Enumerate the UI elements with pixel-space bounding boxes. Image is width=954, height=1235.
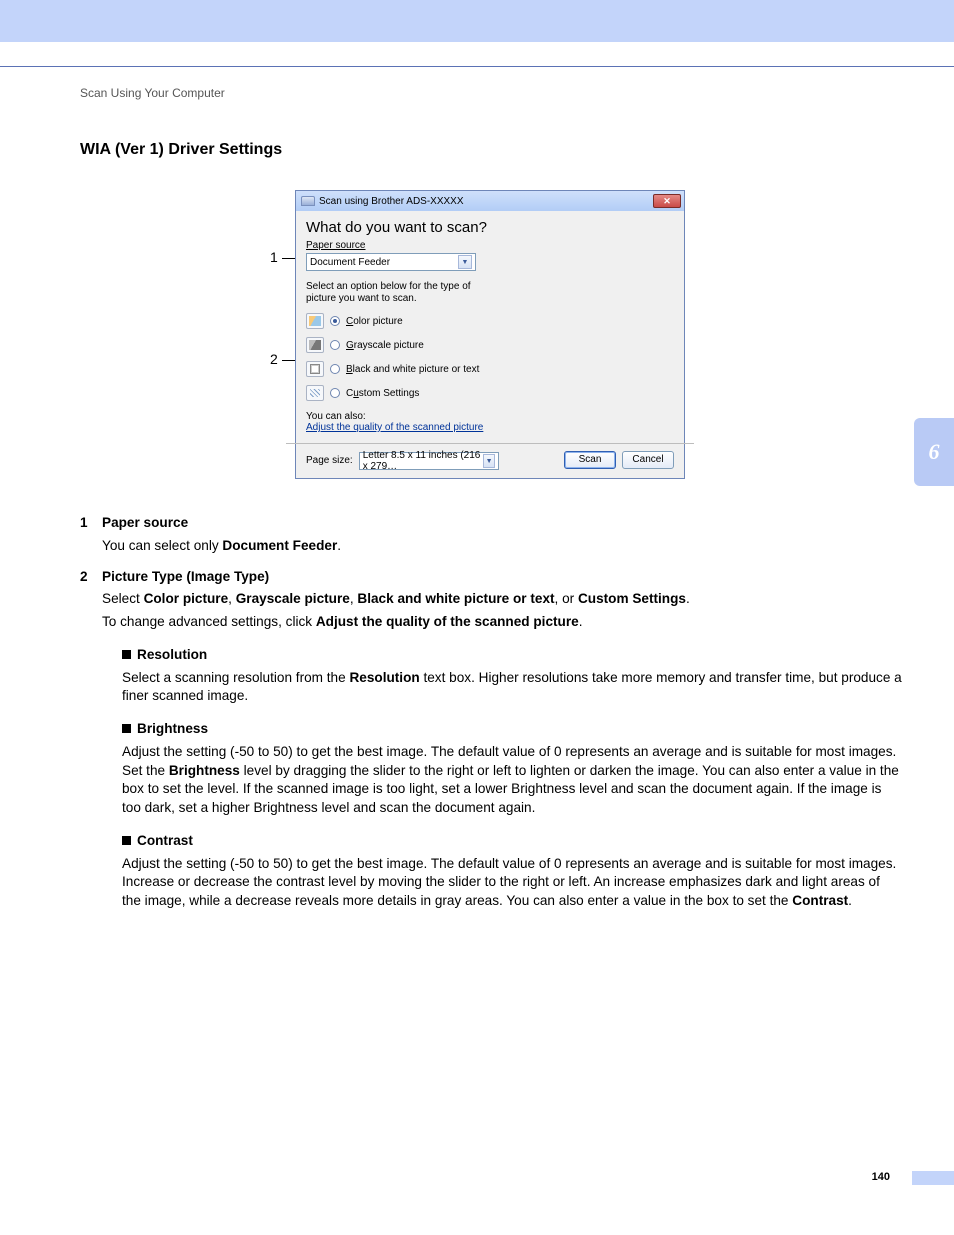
adjust-quality-link[interactable]: Adjust the quality of the scanned pictur… [306,422,483,433]
resolution-heading: Resolution [122,646,902,665]
list-number-1: 1 [80,514,102,556]
dialog-title: Scan using Brother ADS-XXXXX [319,196,464,207]
option-color[interactable]: Color picture [306,313,674,329]
chapter-tab: 6 [914,418,954,486]
option-bw[interactable]: Black and white picture or text [306,361,674,377]
callout-2: 2 [270,351,278,367]
item2-text2: To change advanced settings, click Adjus… [102,613,902,632]
page-number: 140 [872,1171,890,1183]
header-rule [0,66,954,67]
contrast-heading: Contrast [122,832,902,851]
paper-source-select[interactable]: Document Feeder ▼ [306,253,476,271]
scan-button[interactable]: Scan [564,451,616,469]
callout-1: 1 [270,249,278,265]
wia-scan-dialog: Scan using Brother ADS-XXXXX ✕ What do y… [295,190,685,479]
item2-label: Picture Type (Image Type) [102,568,902,587]
option-grayscale[interactable]: Grayscale picture [306,337,674,353]
picture-type-instruction: Select an option below for the type of p… [306,281,501,305]
item1-text: You can select only Document Feeder. [102,537,902,556]
item2-text1: Select Color picture, Grayscale picture,… [102,590,902,609]
bullet-icon [122,650,131,659]
color-thumbnail-icon [306,313,324,329]
item1-label: Paper source [102,514,902,533]
cancel-button[interactable]: Cancel [622,451,674,469]
chevron-down-icon: ▼ [458,255,472,269]
radio-custom[interactable] [330,388,340,398]
page-title: WIA (Ver 1) Driver Settings [80,141,282,159]
you-can-also-label: You can also: [306,411,674,422]
list-number-2: 2 [80,568,102,632]
resolution-text: Select a scanning resolution from the Re… [122,669,902,707]
bw-thumbnail-icon [306,361,324,377]
chevron-down-icon: ▼ [483,454,494,468]
dialog-divider [286,443,694,444]
paper-source-label: Paper source [306,240,674,251]
page-header-band [0,0,954,42]
bullet-icon [122,724,131,733]
close-button[interactable]: ✕ [653,194,681,208]
dialog-heading: What do you want to scan? [306,219,674,236]
contrast-text: Adjust the setting (-50 to 50) to get th… [122,855,902,911]
grayscale-thumbnail-icon [306,337,324,353]
custom-thumbnail-icon [306,385,324,401]
brightness-text: Adjust the setting (-50 to 50) to get th… [122,743,902,818]
radio-color[interactable] [330,316,340,326]
page-size-label: Page size: [306,455,353,466]
brightness-heading: Brightness [122,720,902,739]
page-size-select[interactable]: Letter 8.5 x 11 inches (216 x 279… ▼ [359,452,499,470]
radio-grayscale[interactable] [330,340,340,350]
dialog-titlebar: Scan using Brother ADS-XXXXX ✕ [296,191,684,211]
body-content: 1 Paper source You can select only Docum… [80,512,902,911]
footer-accent [912,1171,954,1185]
scanner-icon [301,196,315,206]
bullet-icon [122,836,131,845]
radio-bw[interactable] [330,364,340,374]
option-custom[interactable]: Custom Settings [306,385,674,401]
page-size-value: Letter 8.5 x 11 inches (216 x 279… [363,450,484,472]
paper-source-value: Document Feeder [310,257,390,268]
breadcrumb: Scan Using Your Computer [80,86,225,100]
